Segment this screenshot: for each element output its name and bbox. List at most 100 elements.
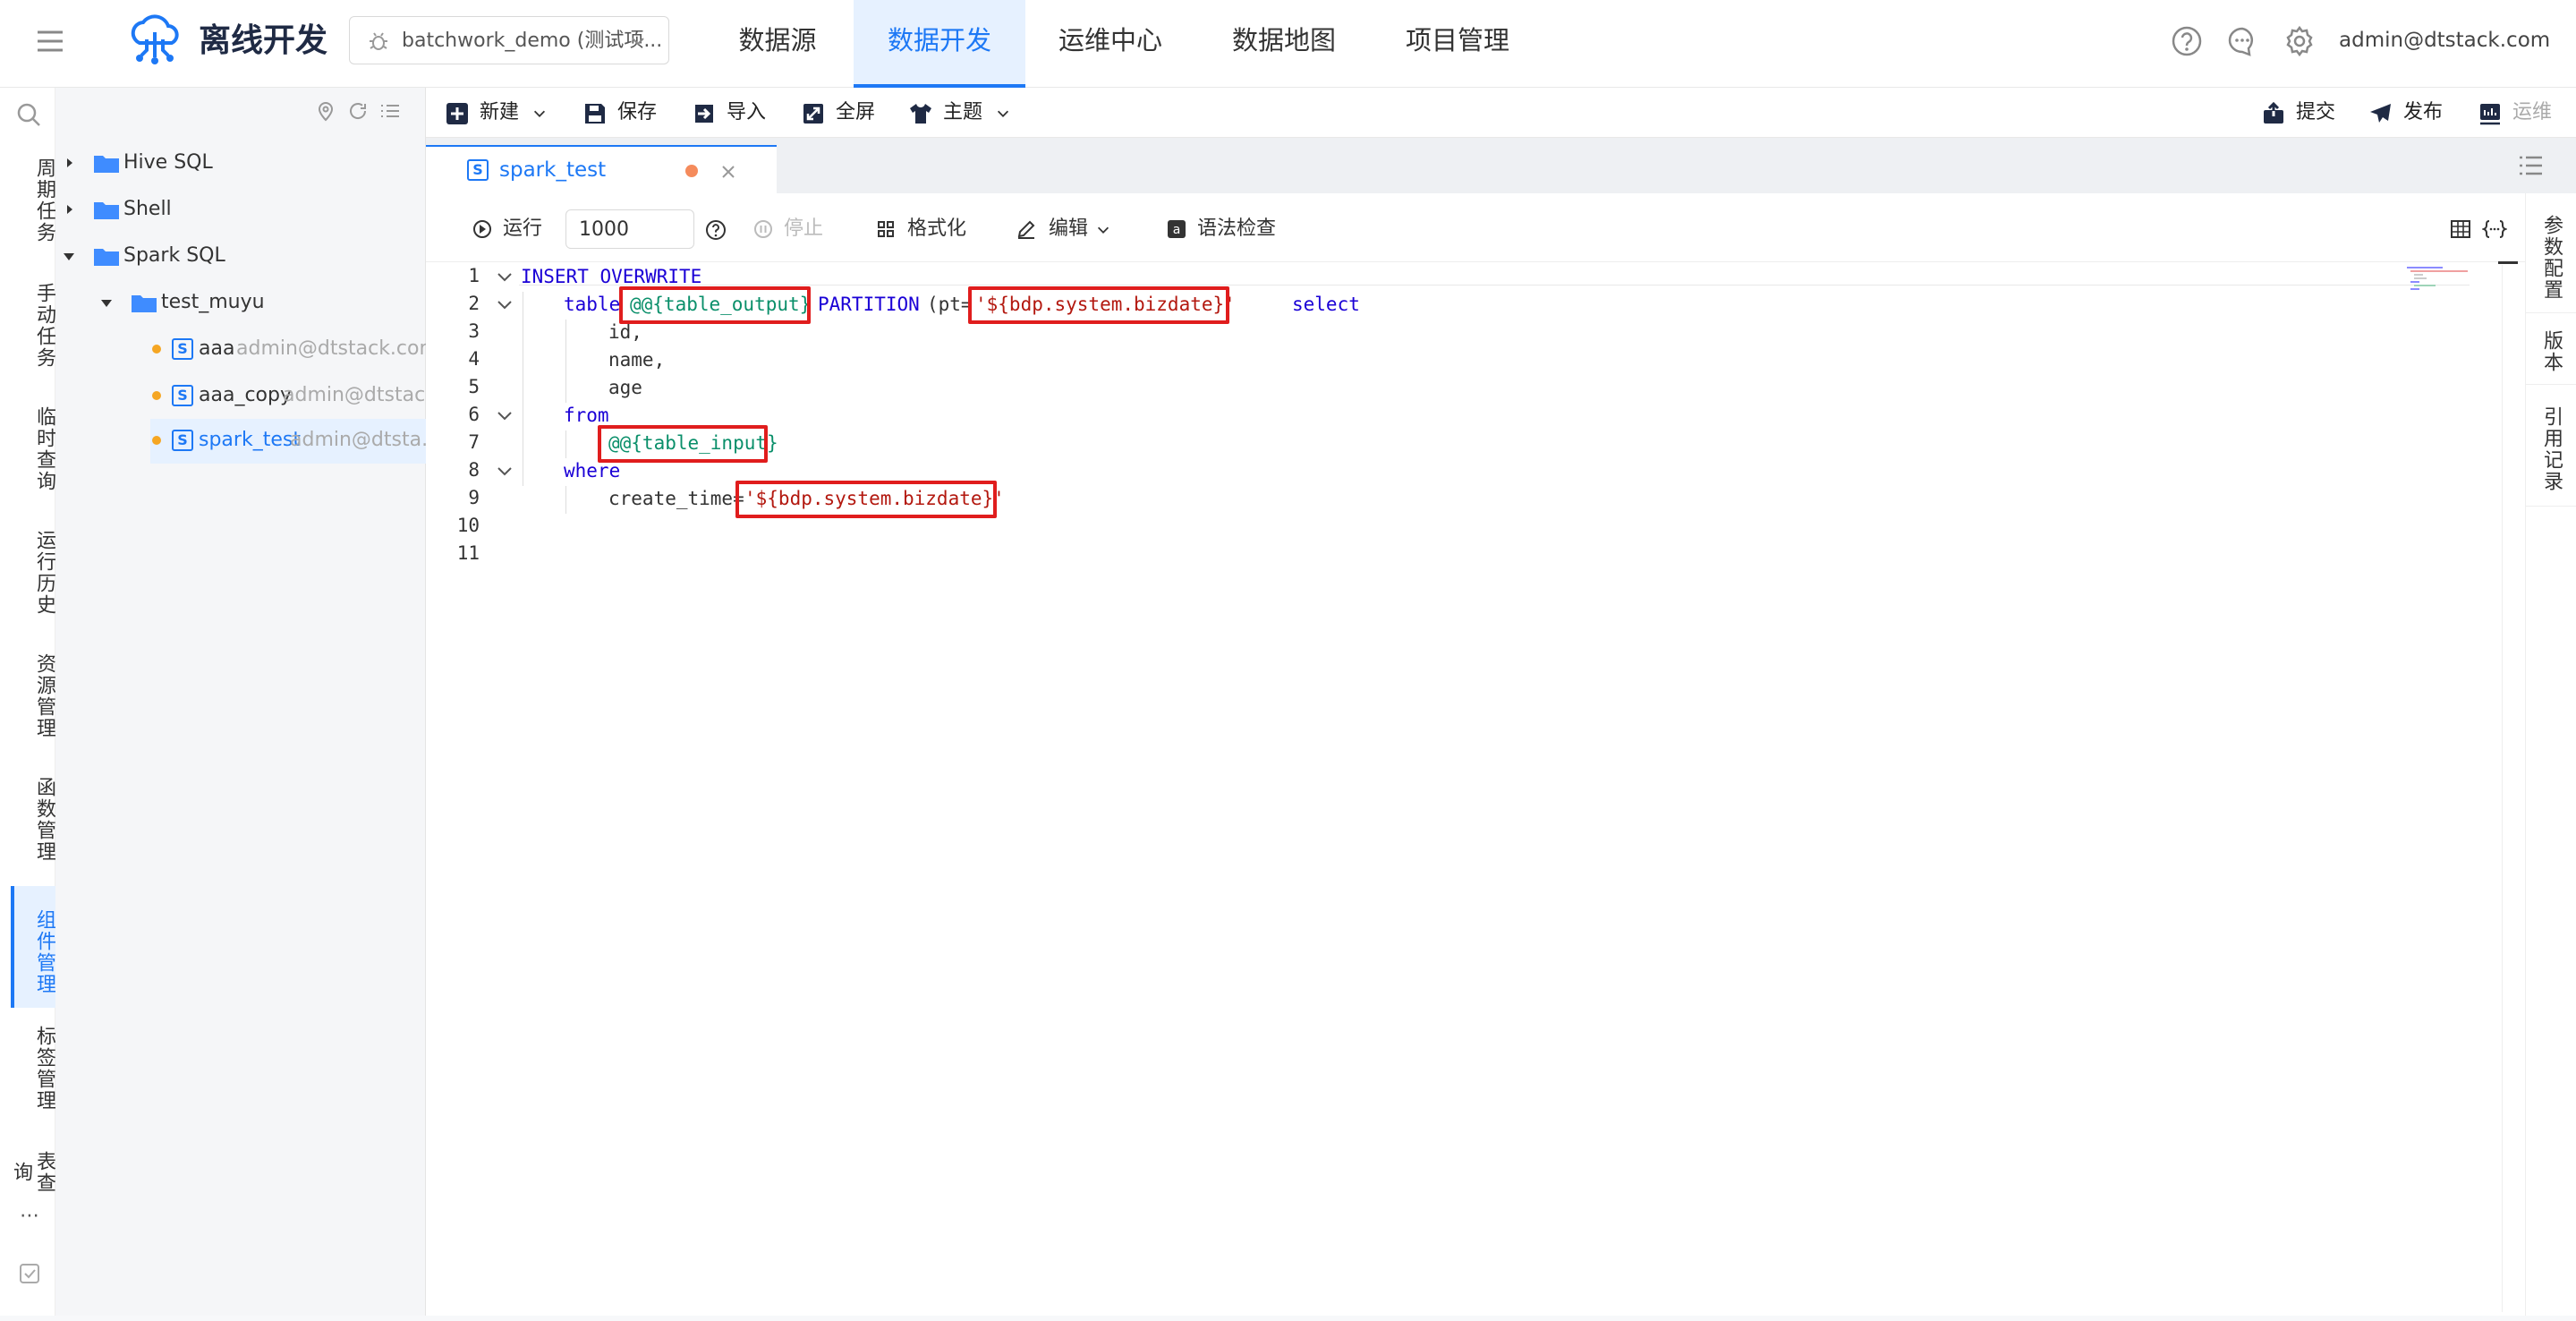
fold-chevron-icon[interactable] xyxy=(496,268,514,286)
tree-folder-shell[interactable]: Shell xyxy=(55,188,426,231)
toolbar-divider xyxy=(426,261,2525,262)
more-icon[interactable]: ⋯ xyxy=(16,1205,43,1227)
line-number: 3 xyxy=(468,320,480,342)
rail-component-mgmt[interactable]: 组件管理 xyxy=(11,886,55,1008)
code-keyword[interactable]: select xyxy=(1292,291,1360,319)
search-icon[interactable] xyxy=(16,102,41,127)
settings-gear-icon[interactable] xyxy=(2283,25,2316,57)
modified-dot xyxy=(152,345,161,354)
editor-toolbar: 运行 停止 格式化 编辑 a 语法检查 xyxy=(426,204,2525,254)
code-line-5[interactable]: age xyxy=(608,374,642,402)
list-icon[interactable] xyxy=(379,100,401,122)
message-icon[interactable] xyxy=(2226,25,2258,57)
new-button[interactable]: 新建 xyxy=(446,88,553,138)
import-button[interactable]: 导入 xyxy=(693,88,773,138)
help-circle-icon[interactable] xyxy=(705,219,727,241)
file-name: spark_test xyxy=(199,429,301,451)
panel-version[interactable]: 版本 xyxy=(2526,319,2576,385)
rail-manual-tasks[interactable]: 手动任务 xyxy=(11,276,55,376)
tree-file-aaa-copy[interactable]: S aaa_copy admin@dtstac... xyxy=(55,374,444,417)
code-column[interactable]: create_time= xyxy=(608,485,744,513)
grid-icon xyxy=(878,221,894,237)
scrollbar-thumb[interactable] xyxy=(2498,261,2518,264)
format-button[interactable]: 格式化 xyxy=(877,204,975,254)
fold-chevron-icon[interactable] xyxy=(496,407,514,425)
chevron-down-icon xyxy=(1097,226,1109,234)
rail-temp-query[interactable]: 临时查询 xyxy=(11,399,55,499)
code-keyword[interactable]: table xyxy=(564,291,620,319)
folder-icon xyxy=(94,156,119,173)
nav-data-map[interactable]: 数据地图 xyxy=(1220,0,1348,88)
main-toolbar: 新建 保存 导入 全屏 主题 提交 发布 运维 xyxy=(426,88,2576,138)
menu-icon[interactable] xyxy=(34,25,66,57)
rail-periodic-tasks[interactable]: 周期任务 xyxy=(11,150,55,251)
nav-datasource[interactable]: 数据源 xyxy=(714,0,841,88)
ops-button[interactable]: 运维 xyxy=(2478,88,2568,138)
panel-reference-log[interactable]: 引用记录 xyxy=(2526,392,2576,507)
nav-data-dev[interactable]: 数据开发 xyxy=(854,0,1025,88)
limit-input[interactable] xyxy=(565,209,694,249)
folder-open-icon xyxy=(94,249,119,266)
line-number: 10 xyxy=(456,515,480,536)
close-icon[interactable] xyxy=(721,165,735,179)
tab-spark-test[interactable]: S spark_test xyxy=(426,145,777,193)
outline-list-icon[interactable] xyxy=(2518,154,2543,177)
fullscreen-icon xyxy=(803,104,823,124)
tree-folder-hive-sql[interactable]: Hive SQL xyxy=(55,141,426,184)
folder-label: test_muyu xyxy=(161,291,265,313)
theme-button[interactable]: 主题 xyxy=(909,88,1016,138)
ops-icon xyxy=(2480,104,2500,125)
folder-label: Spark SQL xyxy=(123,244,225,267)
save-icon xyxy=(585,104,605,124)
stop-circle-icon xyxy=(754,220,772,238)
user-account[interactable]: admin@dtstack.com xyxy=(2339,27,2550,54)
table-icon[interactable] xyxy=(2450,218,2471,240)
sql-editor: 运行 停止 格式化 编辑 a 语法检查 1 2 3 4 5 6 7 xyxy=(426,193,2525,1316)
file-tree: Hive SQL Shell Spark SQL test_muyu S aaa… xyxy=(55,88,457,1316)
code-keyword[interactable]: PARTITION xyxy=(818,291,920,319)
chevron-down-icon xyxy=(629,32,647,50)
refresh-icon[interactable] xyxy=(347,100,369,122)
submit-button[interactable]: 提交 xyxy=(2262,88,2342,138)
indent-guide xyxy=(565,320,566,403)
fullscreen-button[interactable]: 全屏 xyxy=(802,88,882,138)
fold-chevron-icon[interactable] xyxy=(496,296,514,314)
rail-function-mgmt[interactable]: 函数管理 xyxy=(11,770,55,870)
project-selector[interactable]: batchwork_demo (测试项... xyxy=(349,16,669,64)
nav-ops-center[interactable]: 运维中心 xyxy=(1047,0,1174,88)
checklist-icon[interactable] xyxy=(18,1262,41,1285)
tree-folder-spark-sql[interactable]: Spark SQL xyxy=(55,234,426,277)
chevron-down-icon xyxy=(533,110,546,117)
syntax-check-button[interactable]: a 语法检查 xyxy=(1167,204,1283,254)
code-line-4[interactable]: name, xyxy=(608,346,665,374)
publish-button[interactable]: 发布 xyxy=(2369,88,2450,138)
vertical-scroll-track[interactable] xyxy=(2502,265,2503,1312)
minimap[interactable] xyxy=(2403,261,2475,297)
save-button[interactable]: 保存 xyxy=(583,88,664,138)
code-paren[interactable]: (pt= xyxy=(927,291,973,319)
highlight-box xyxy=(619,286,811,324)
line-number: 8 xyxy=(468,459,480,481)
rail-resource-mgmt[interactable]: 资源管理 xyxy=(11,646,55,746)
stop-button[interactable]: 停止 xyxy=(753,204,834,254)
tree-file-spark-test[interactable]: S spark_test admin@dtsta... xyxy=(150,419,440,464)
line-number: 6 xyxy=(468,404,480,425)
fold-chevron-icon[interactable] xyxy=(496,463,514,481)
code-braces-icon[interactable] xyxy=(2482,218,2507,240)
locate-icon[interactable] xyxy=(315,100,336,122)
indent-guide xyxy=(565,430,566,458)
tree-file-aaa[interactable]: S aaa admin@dtstack.com... xyxy=(55,328,457,371)
help-icon[interactable] xyxy=(2171,25,2203,57)
svg-text:a: a xyxy=(1173,223,1181,237)
paper-plane-icon xyxy=(2370,104,2391,123)
run-button[interactable]: 运行 xyxy=(472,204,553,254)
rail-table-query[interactable]: 表查询 xyxy=(11,1142,55,1203)
tree-folder-test-muyu[interactable]: test_muyu xyxy=(55,281,426,324)
rail-tag-mgmt[interactable]: 标签管理 xyxy=(11,1018,55,1119)
rail-run-history[interactable]: 运行历史 xyxy=(11,523,55,623)
nav-project-mgmt[interactable]: 项目管理 xyxy=(1394,0,1521,88)
folder-open-icon xyxy=(132,295,157,312)
panel-param-config[interactable]: 参数配置 xyxy=(2526,202,2576,313)
unsaved-dot xyxy=(685,165,698,177)
edit-dropdown[interactable]: 编辑 xyxy=(1016,204,1115,254)
